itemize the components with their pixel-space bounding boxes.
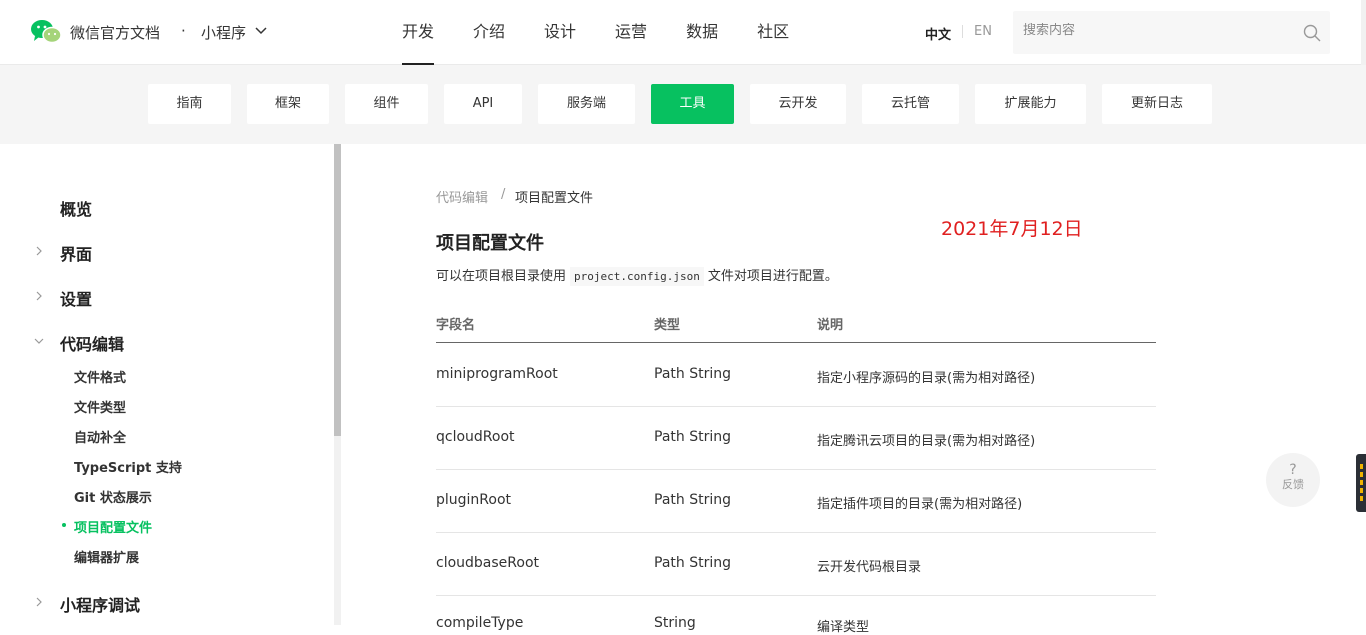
widget-bar-4 xyxy=(1360,488,1363,493)
tab-api[interactable]: API xyxy=(444,84,522,124)
desc-code: project.config.json xyxy=(570,267,704,286)
widget-bar-2 xyxy=(1360,472,1363,477)
nav-item-data[interactable]: 数据 xyxy=(686,0,718,65)
tab-guide[interactable]: 指南 xyxy=(148,84,231,124)
table-header-desc: 说明 xyxy=(817,318,844,333)
top-header: 微信官方文档 · 小程序 开发 介绍 设计 运营 数据 社区 中文 EN xyxy=(0,0,1366,65)
tab-extensions[interactable]: 扩展能力 xyxy=(975,84,1086,124)
table-cell-type: String xyxy=(654,615,696,631)
tab-cloud-hosting[interactable]: 云托管 xyxy=(862,84,959,124)
chevron-down-icon[interactable] xyxy=(34,336,44,346)
category-tabs: 指南 框架 组件 API 服务端 工具 云开发 云托管 扩展能力 更新日志 xyxy=(0,65,1366,144)
sidebar-item-interface[interactable]: 界面 xyxy=(60,241,92,265)
question-icon: ? xyxy=(1289,462,1297,478)
table-header-type: 类型 xyxy=(654,318,681,333)
lang-divider xyxy=(962,25,963,38)
feedback-button[interactable]: ? 反馈 xyxy=(1266,453,1320,507)
table-row-divider xyxy=(436,532,1156,533)
table-row-divider xyxy=(436,595,1156,596)
lang-zh-link[interactable]: 中文 xyxy=(925,24,951,43)
breadcrumb-parent[interactable]: 代码编辑 xyxy=(436,187,488,206)
sidebar-item-settings[interactable]: 设置 xyxy=(60,286,92,310)
nav-item-operate[interactable]: 运营 xyxy=(615,0,647,65)
table-row-divider xyxy=(436,406,1156,407)
search-input[interactable] xyxy=(1023,23,1283,38)
sidebar-subitem-editor-extensions[interactable]: 编辑器扩展 xyxy=(74,547,139,566)
brand-separator: · xyxy=(181,22,186,40)
table-cell-field: miniprogramRoot xyxy=(436,366,558,382)
nav-item-dev[interactable]: 开发 xyxy=(402,0,435,65)
sidebar-item-code-edit[interactable]: 代码编辑 xyxy=(60,331,124,355)
chevron-down-icon[interactable] xyxy=(255,26,267,36)
search-box xyxy=(1013,11,1330,54)
table-cell-type: Path String xyxy=(654,366,731,382)
breadcrumb-current: 项目配置文件 xyxy=(515,191,594,206)
sidebar-scrollbar-thumb[interactable] xyxy=(334,144,341,436)
sidebar: 概览 界面 设置 代码编辑 文件格式 文件类型 自动补全 TypeScript … xyxy=(0,144,334,625)
product-switcher[interactable]: 小程序 xyxy=(201,22,246,43)
brand-title[interactable]: 微信官方文档 xyxy=(70,22,160,43)
sidebar-subitem-file-type[interactable]: 文件类型 xyxy=(74,397,126,416)
table-cell-field: compileType xyxy=(436,615,524,631)
table-cell-field: pluginRoot xyxy=(436,492,512,508)
tab-components[interactable]: 组件 xyxy=(345,84,428,124)
sidebar-item-debug[interactable]: 小程序调试 xyxy=(60,592,140,616)
page-title: 项目配置文件 xyxy=(436,233,544,254)
sidebar-subitem-autocomplete[interactable]: 自动补全 xyxy=(74,427,126,446)
tab-changelog[interactable]: 更新日志 xyxy=(1102,84,1212,124)
page-description: 可以在项目根目录使用 project.config.json 文件对项目进行配置。 xyxy=(436,265,838,286)
nav-item-intro[interactable]: 介绍 xyxy=(473,0,505,65)
table-cell-field: qcloudRoot xyxy=(436,429,515,445)
sidebar-item-overview[interactable]: 概览 xyxy=(60,196,92,220)
chevron-right-icon[interactable] xyxy=(34,597,44,607)
chevron-right-icon[interactable] xyxy=(34,291,44,301)
chevron-right-icon[interactable] xyxy=(34,246,44,256)
sidebar-subitem-git-status[interactable]: Git 状态展示 xyxy=(74,487,152,506)
lang-en-link[interactable]: EN xyxy=(974,24,992,39)
breadcrumb-separator: / xyxy=(501,187,506,202)
widget-bar-5 xyxy=(1360,496,1363,501)
side-widget-handle[interactable] xyxy=(1356,454,1366,512)
nav-item-design[interactable]: 设计 xyxy=(544,0,576,65)
table-row-divider xyxy=(436,469,1156,470)
nav-item-community[interactable]: 社区 xyxy=(757,0,789,65)
tab-cloud-dev[interactable]: 云开发 xyxy=(750,84,846,124)
window-scrollbar-track[interactable] xyxy=(1361,0,1366,65)
table-cell-type: Path String xyxy=(654,492,731,508)
date-annotation: 2021年7月12日 xyxy=(941,218,1083,240)
sidebar-subitem-typescript[interactable]: TypeScript 支持 xyxy=(74,457,182,476)
table-cell-type: Path String xyxy=(654,555,731,571)
table-cell-type: Path String xyxy=(654,429,731,445)
main-nav: 开发 介绍 设计 运营 数据 社区 xyxy=(402,0,828,65)
sidebar-subitem-project-config[interactable]: 项目配置文件 xyxy=(74,517,152,536)
search-icon[interactable] xyxy=(1303,24,1321,42)
table-cell-desc: 指定小程序源码的目录(需为相对路径) xyxy=(817,371,1036,386)
widget-bar-3 xyxy=(1360,480,1363,485)
table-header-divider xyxy=(436,342,1156,343)
table-cell-desc: 云开发代码根目录 xyxy=(817,560,922,575)
table-cell-field: cloudbaseRoot xyxy=(436,555,540,571)
desc-text-after: 文件对项目进行配置。 xyxy=(707,269,838,284)
table-cell-desc: 编译类型 xyxy=(817,620,870,635)
sidebar-subitem-file-format[interactable]: 文件格式 xyxy=(74,367,126,386)
tab-tools[interactable]: 工具 xyxy=(651,84,734,124)
widget-bar-1 xyxy=(1360,464,1363,469)
tab-server[interactable]: 服务端 xyxy=(538,84,635,124)
active-indicator-dot xyxy=(62,523,66,527)
table-cell-desc: 指定插件项目的目录(需为相对路径) xyxy=(817,497,1023,512)
desc-text-before: 可以在项目根目录使用 xyxy=(436,269,567,284)
table-cell-desc: 指定腾讯云项目的目录(需为相对路径) xyxy=(817,434,1036,449)
table-header-field: 字段名 xyxy=(436,318,476,333)
wechat-logo-icon[interactable] xyxy=(30,19,62,45)
tab-framework[interactable]: 框架 xyxy=(247,84,329,124)
feedback-label: 反馈 xyxy=(1282,478,1304,491)
